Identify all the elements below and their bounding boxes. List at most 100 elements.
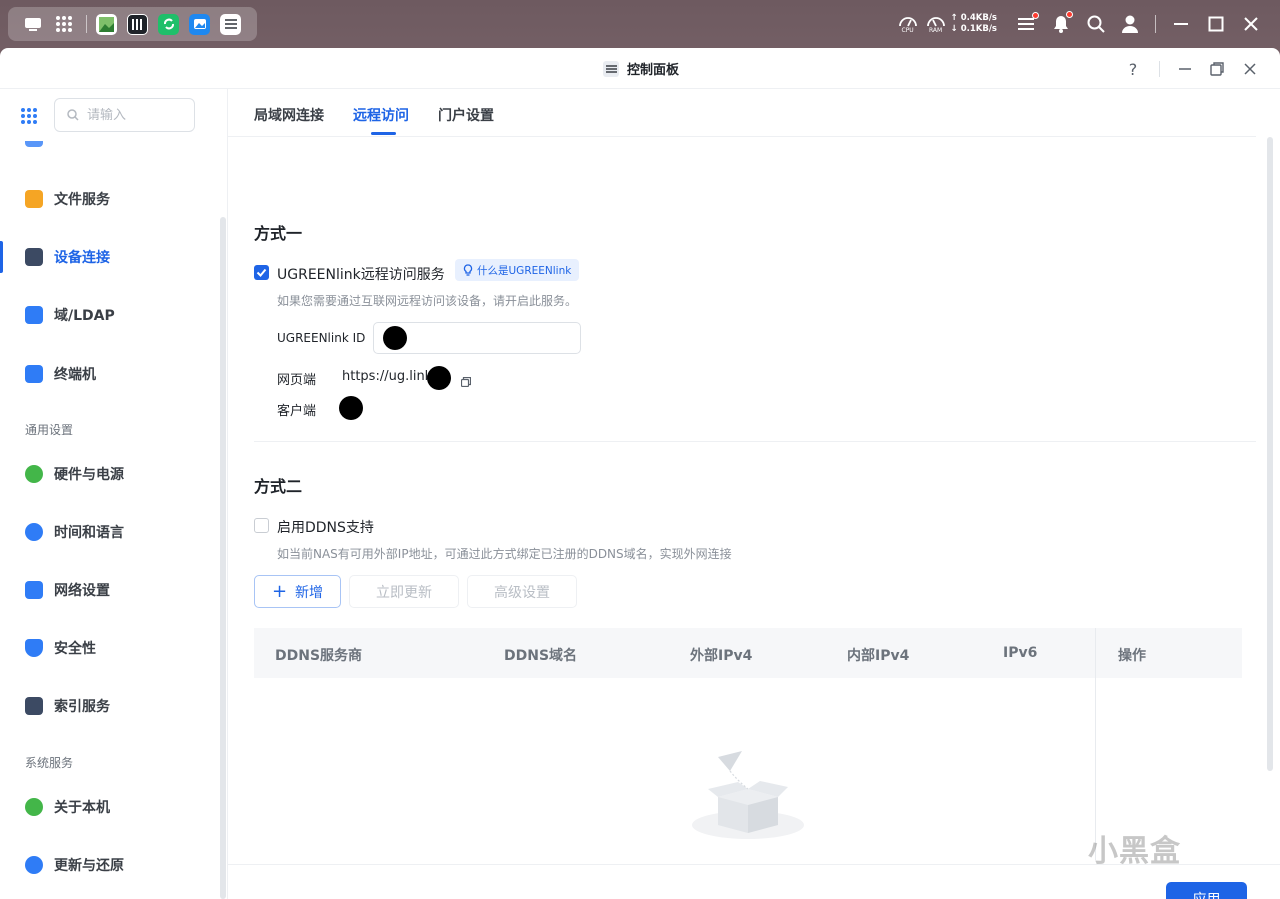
info-icon xyxy=(25,798,43,816)
window-title-text: 控制面板 xyxy=(627,63,680,78)
sidebar-item-label: 域/LDAP xyxy=(54,308,115,324)
window-minimize-icon[interactable] xyxy=(1175,59,1195,79)
sidebar-item-security[interactable]: 安全性 xyxy=(0,628,220,668)
task-alert-dot xyxy=(1032,12,1039,19)
web-label: 网页端 xyxy=(277,373,317,388)
sidebar-item-network[interactable]: 网络设置 xyxy=(0,570,220,610)
update-now-button[interactable]: 立即更新 xyxy=(349,575,459,608)
sidebar-item-file-service[interactable]: 文件服务 xyxy=(0,179,220,219)
update-icon xyxy=(25,856,43,874)
help-button[interactable]: ? xyxy=(1123,59,1143,79)
sidebar-item-label: 网络设置 xyxy=(54,583,110,599)
ram-gauge-icon[interactable]: RAM xyxy=(925,14,947,34)
index-icon xyxy=(25,697,43,715)
tab-remote-access[interactable]: 远程访问 xyxy=(353,105,409,125)
badge-text: 什么是UGREENlink xyxy=(477,264,572,277)
main-panel: 局域网连接 远程访问 门户设置 方式一 UGREENlink远程访问服务 什么是… xyxy=(228,89,1280,899)
main-scrollbar[interactable] xyxy=(1267,137,1273,771)
sidebar-item-terminal[interactable]: 终端机 xyxy=(0,354,220,394)
notification-bell-icon[interactable] xyxy=(1050,11,1073,33)
sidebar-item-index[interactable]: 索引服务 xyxy=(0,686,220,726)
cpu-label: CPU xyxy=(901,27,914,34)
sidebar-item-label: 安全性 xyxy=(54,641,96,657)
sidebar-item-ldap[interactable]: 域/LDAP xyxy=(0,295,220,335)
control-panel-app-icon[interactable] xyxy=(220,13,241,35)
ugreenlink-checkbox[interactable] xyxy=(254,265,269,280)
sidebar-search[interactable] xyxy=(54,98,195,132)
empty-box-illustration xyxy=(690,745,806,845)
sidebar-search-input[interactable] xyxy=(87,107,183,123)
tab-portal[interactable]: 门户设置 xyxy=(438,105,494,125)
add-button-label: 新增 xyxy=(295,584,324,601)
app-launcher xyxy=(8,7,257,41)
download-speed: ↓ 0.1KB/s xyxy=(950,24,997,34)
ugreenlink-id-label: UGREENlink ID xyxy=(277,331,366,345)
desktop-close-icon[interactable] xyxy=(1240,16,1262,32)
sidebar-item-label: 索引服务 xyxy=(54,699,110,715)
sidebar-item-hardware[interactable]: 硬件与电源 xyxy=(0,454,220,494)
search-icon[interactable] xyxy=(1085,15,1107,33)
sidebar-item-device-connection[interactable]: 设备连接 xyxy=(0,237,220,277)
add-button[interactable]: + 新增 xyxy=(254,575,341,608)
redaction-mark xyxy=(383,326,407,350)
task-list-icon[interactable] xyxy=(1015,12,1039,32)
desktop-topbar: CPU RAM ↑ 0.4KB/s ↓ 0.1KB/s xyxy=(0,0,1280,48)
window-restore-icon[interactable] xyxy=(1207,59,1227,79)
sidebar-item-label: 文件服务 xyxy=(54,192,110,208)
window-close-icon[interactable] xyxy=(1240,59,1260,79)
ugreenlink-label: UGREENlink远程访问服务 xyxy=(277,267,445,283)
photos-app-icon[interactable] xyxy=(96,13,117,35)
launcher-divider xyxy=(86,15,87,33)
what-is-ugreenlink-badge[interactable]: 什么是UGREENlink xyxy=(455,259,580,281)
upload-speed: ↑ 0.4KB/s xyxy=(950,13,997,23)
search-icon xyxy=(67,109,79,121)
desktop-maximize-icon[interactable] xyxy=(1205,16,1227,32)
copy-icon[interactable] xyxy=(460,372,472,391)
sidebar-group-general: 通用设置 xyxy=(25,423,74,437)
sidebar-item-update[interactable]: 更新与还原 xyxy=(0,845,220,885)
ugreenlink-hint: 如果您需要通过互联网远程访问该设备，请开启此服务。 xyxy=(277,294,578,308)
terminal-app-icon[interactable] xyxy=(127,13,148,35)
method2-title: 方式二 xyxy=(254,477,303,496)
sidebar-item-about[interactable]: 关于本机 xyxy=(0,787,220,827)
advanced-settings-button[interactable]: 高级设置 xyxy=(467,575,577,608)
sidebar-item-label: 设备连接 xyxy=(54,250,110,266)
col-actions: 操作 xyxy=(1118,648,1146,664)
lightbulb-icon xyxy=(463,264,473,276)
system-tray: CPU RAM ↑ 0.4KB/s ↓ 0.1KB/s xyxy=(897,0,1280,48)
redaction-mark xyxy=(339,396,363,420)
control-panel-window: 控制面板 ? 文件服务 设备连接 xyxy=(0,48,1280,899)
gallery-app-icon[interactable] xyxy=(189,13,210,35)
menu-grid-icon[interactable] xyxy=(20,107,38,125)
ddns-checkbox[interactable] xyxy=(254,518,269,533)
tab-bar: 局域网连接 远程访问 门户设置 xyxy=(228,89,1256,137)
hardware-icon xyxy=(25,465,43,483)
network-icon xyxy=(25,581,43,599)
user-avatar-icon[interactable] xyxy=(1119,15,1141,33)
sidebar-item-time-language[interactable]: 时间和语言 xyxy=(0,512,220,552)
tab-lan[interactable]: 局域网连接 xyxy=(254,105,324,125)
cpu-gauge-icon[interactable]: CPU xyxy=(897,14,919,34)
ddns-table-header: DDNS服务商 DDNS域名 外部IPv4 内部IPv4 IPv6 操作 xyxy=(254,628,1242,678)
check-icon xyxy=(256,268,267,277)
col-ddns-provider: DDNS服务商 xyxy=(275,648,363,664)
desktop-minimize-icon[interactable] xyxy=(1170,16,1192,32)
window-title: 控制面板 xyxy=(603,59,679,78)
col-external-ipv4: 外部IPv4 xyxy=(690,648,753,664)
watermark-text: 小黑盒 xyxy=(1088,834,1181,869)
sync-app-icon[interactable] xyxy=(158,13,179,35)
control-panel-title-icon xyxy=(603,60,619,77)
show-desktop-icon[interactable] xyxy=(22,13,44,35)
sidebar-scrollbar[interactable] xyxy=(220,217,226,899)
app-grid-icon[interactable] xyxy=(53,13,75,35)
apply-button[interactable]: 应用 xyxy=(1166,882,1247,899)
tab-active-indicator xyxy=(371,132,396,135)
col-ddns-domain: DDNS域名 xyxy=(504,648,578,664)
network-speed: ↑ 0.4KB/s ↓ 0.1KB/s xyxy=(951,13,997,35)
hidden-item-icon xyxy=(25,141,43,147)
plus-icon: + xyxy=(271,580,288,602)
sidebar-group-system: 系统服务 xyxy=(25,756,74,770)
ddns-hint: 如当前NAS有可用外部IP地址，可通过此方式绑定已注册的DDNS域名，实现外网连… xyxy=(277,547,732,561)
col-internal-ipv4: 内部IPv4 xyxy=(847,648,910,664)
notification-alert-dot xyxy=(1066,11,1073,18)
